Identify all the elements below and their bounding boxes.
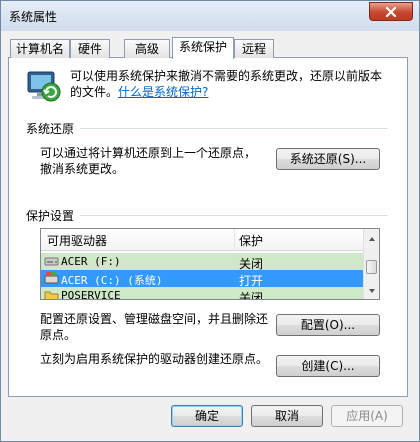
create-description: 立刻为启用系统保护的驱动器创建还原点。 <box>40 352 269 366</box>
column-divider <box>234 229 235 251</box>
system-restore-button[interactable]: 系统还原(S)... <box>276 148 380 170</box>
system-drive-icon <box>44 272 59 284</box>
ok-button[interactable]: 确定 <box>171 405 243 427</box>
title-bar[interactable]: 系统属性 <box>1 1 419 31</box>
intro-text: 可以使用系统保护来撤消不需要的系统更改，还原以前版本的文件。什么是系统保护? <box>70 68 390 100</box>
scrollbar-thumb[interactable] <box>366 260 377 274</box>
protection-status: 关闭 <box>239 291 264 300</box>
column-header-drives[interactable]: 可用驱动器 <box>47 232 107 249</box>
folder-drive-icon <box>44 291 59 299</box>
scroll-up-arrow-icon[interactable] <box>366 233 378 245</box>
tab-remote[interactable]: 远程 <box>234 39 274 58</box>
drive-name: PQSERVICE <box>61 289 121 300</box>
intro-description: 可以使用系统保护来撤消不需要的系统更改，还原以前版本的文件。 <box>70 69 383 99</box>
divider <box>80 128 388 129</box>
drive-list[interactable]: 可用驱动器 保护 ACER (F:) 关闭 ACER (C:) (系统) 打开 … <box>40 228 380 300</box>
tab-hardware[interactable]: 硬件 <box>70 39 110 58</box>
drive-name: ACER (C:) (系统) <box>61 274 163 287</box>
divider <box>80 215 388 216</box>
close-icon <box>385 6 397 17</box>
drive-row-c-selected[interactable]: ACER (C:) (系统) 打开 <box>41 270 363 288</box>
drive-icon <box>44 257 59 266</box>
tab-system-protection[interactable]: 系统保护 <box>172 37 234 59</box>
column-header-protection[interactable]: 保护 <box>239 232 263 249</box>
cancel-button[interactable]: 取消 <box>251 405 323 427</box>
what-is-system-protection-link[interactable]: 什么是系统保护? <box>118 85 208 99</box>
configure-description-line1: 配置还原设置、管理磁盘空间，并且删除还 <box>40 312 269 326</box>
configure-button[interactable]: 配置(O)... <box>276 314 380 336</box>
drive-row-pqservice[interactable]: PQSERVICE 关闭 <box>41 287 363 300</box>
drive-name: ACER (F:) <box>61 255 121 268</box>
apply-button[interactable]: 应用(A) <box>331 405 403 427</box>
tab-panel-system-protection <box>8 57 408 397</box>
scroll-down-arrow-icon[interactable] <box>366 285 378 297</box>
protection-settings-heading: 保护设置 <box>26 209 75 223</box>
tab-advanced[interactable]: 高级 <box>124 39 170 58</box>
system-restore-description-line1: 可以通过将计算机还原到上一个还原点， <box>40 146 257 160</box>
system-restore-description: 可以通过将计算机还原到上一个还原点， 撤消系统更改。 <box>40 145 256 177</box>
list-header: 可用驱动器 保护 <box>41 229 363 251</box>
system-restore-description-line2: 撤消系统更改。 <box>40 162 125 176</box>
system-restore-heading: 系统还原 <box>26 122 75 136</box>
close-button[interactable] <box>369 2 413 21</box>
create-button[interactable]: 创建(C)... <box>276 355 380 377</box>
drive-row-f[interactable]: ACER (F:) 关闭 <box>41 253 363 271</box>
configure-description-line2: 原点。 <box>40 328 77 342</box>
configure-description: 配置还原设置、管理磁盘空间，并且删除还 原点。 <box>40 311 268 343</box>
window-title: 系统属性 <box>9 10 58 24</box>
list-scrollbar[interactable] <box>363 229 379 299</box>
system-protection-icon <box>27 71 61 102</box>
tab-computer-name[interactable]: 计算机名 <box>10 39 70 58</box>
